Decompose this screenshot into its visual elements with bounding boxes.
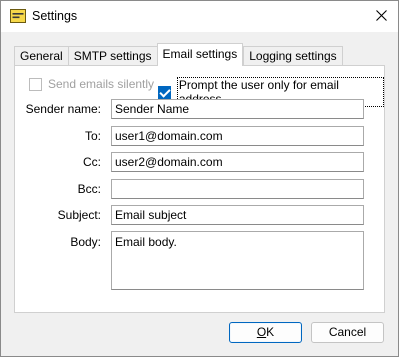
tab-general[interactable]: General — [14, 46, 68, 66]
close-button[interactable] — [364, 1, 398, 32]
body-field[interactable]: Email body. — [111, 231, 364, 290]
ok-label-rest: K — [266, 325, 275, 339]
sender-name-label: Sender name: — [25, 102, 101, 116]
cc-field[interactable] — [111, 152, 364, 172]
settings-dialog: Settings General SMTP settings Email set… — [0, 0, 399, 357]
to-label: To: — [84, 129, 101, 143]
ok-mnemonic: O — [256, 325, 267, 339]
send-silently-label: Send emails silently — [48, 77, 155, 91]
body-label: Body: — [70, 235, 101, 249]
tab-smtp-settings[interactable]: SMTP settings — [67, 46, 157, 66]
sender-name-field[interactable] — [111, 99, 364, 119]
send-silently-checkbox[interactable] — [29, 77, 42, 91]
tab-logging-settings[interactable]: Logging settings — [243, 46, 343, 66]
title-bar[interactable]: Settings — [1, 1, 398, 32]
email-settings-panel: Send emails silently Prompt the user onl… — [14, 65, 385, 313]
prompt-user-checkbox[interactable] — [158, 85, 171, 99]
subject-field[interactable] — [111, 205, 364, 225]
dialog-body: General SMTP settings Email settings Log… — [1, 32, 398, 356]
bcc-label: Bcc: — [77, 182, 101, 196]
bcc-field[interactable] — [111, 179, 364, 199]
window-title: Settings — [32, 9, 78, 23]
tab-email-settings[interactable]: Email settings — [156, 43, 244, 66]
to-field[interactable] — [111, 126, 364, 146]
cancel-button[interactable]: Cancel — [311, 322, 384, 343]
close-icon — [375, 9, 387, 24]
cc-label: Cc: — [83, 155, 101, 169]
ok-button[interactable]: OK — [229, 322, 302, 343]
send-silently-option[interactable]: Send emails silently — [29, 77, 154, 91]
subject-label: Subject: — [57, 208, 101, 222]
settings-app-icon — [10, 9, 26, 23]
tab-strip: General SMTP settings Email settings Log… — [14, 43, 343, 66]
